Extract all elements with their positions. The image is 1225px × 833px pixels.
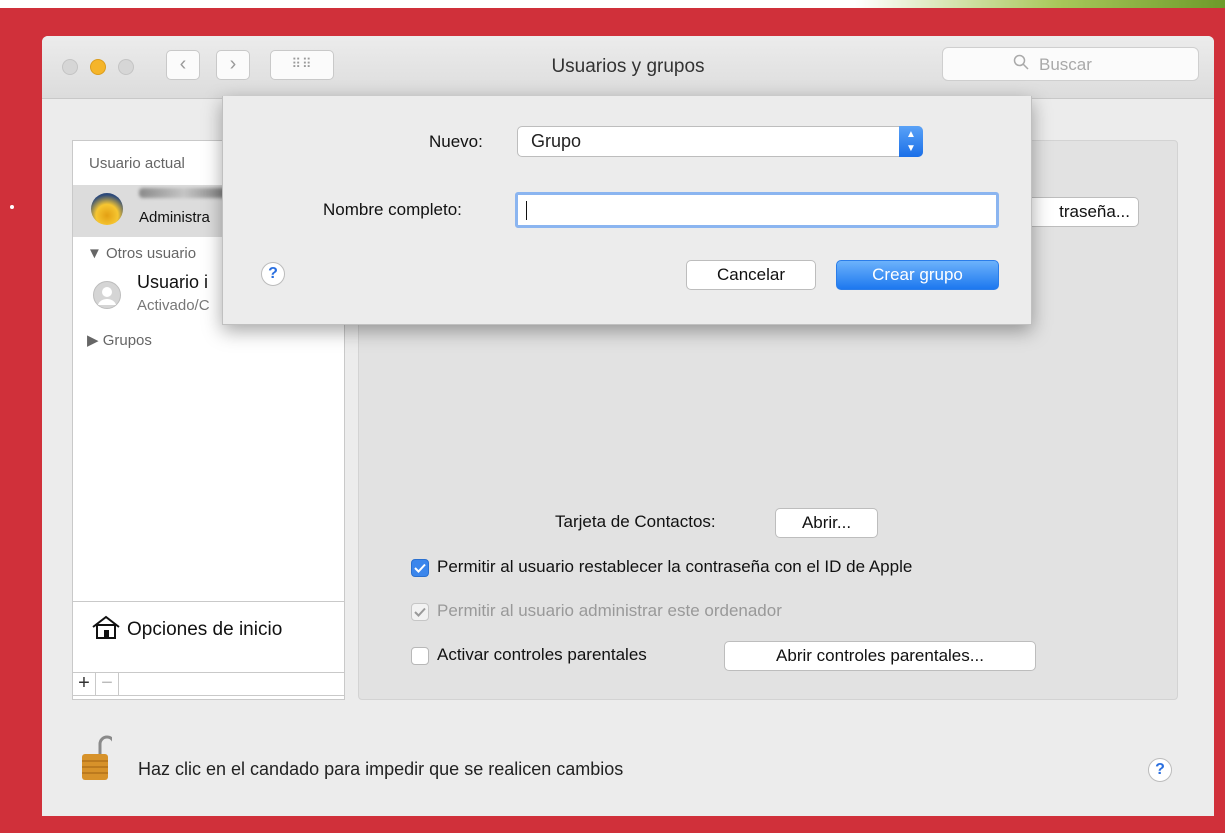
text-caret — [526, 201, 527, 220]
groups-header[interactable]: ▶ Grupos — [87, 331, 152, 349]
help-button[interactable]: ? — [1148, 758, 1172, 782]
blurred-username — [139, 188, 229, 198]
allow-reset-label: Permitir al usuario restablecer la contr… — [437, 557, 913, 576]
search-input[interactable]: Buscar — [942, 47, 1199, 81]
guest-user-status: Activado/C — [137, 297, 210, 314]
new-account-sheet: Nuevo: Grupo ▲ ▼ Nombre completo: ? Cance… — [222, 96, 1032, 325]
allow-reset-checkbox[interactable] — [411, 559, 429, 577]
cancel-button[interactable]: Cancelar — [686, 260, 816, 290]
allow-admin-checkbox[interactable] — [411, 603, 429, 621]
groups-header-label: Grupos — [102, 332, 152, 349]
contacts-card-label: Tarjeta de Contactos: — [555, 512, 716, 531]
login-options-label: Opciones de inicio — [127, 619, 283, 640]
search-icon — [1013, 54, 1029, 75]
current-user-header: Usuario actual — [89, 155, 185, 172]
add-button[interactable]: + — [72, 672, 96, 696]
sheet-help-button[interactable]: ? — [261, 262, 285, 286]
fullname-label: Nombre completo: — [323, 200, 462, 219]
others-header-label: Otros usuario — [106, 245, 197, 262]
remove-button[interactable]: − — [95, 672, 119, 696]
allow-admin-label: Permitir al usuario administrar este ord… — [437, 601, 782, 620]
checkmark-icon — [414, 563, 426, 573]
house-icon — [91, 615, 121, 645]
parental-controls-checkbox[interactable] — [411, 647, 429, 665]
title-bar: ‹ › ⠿⠿ Usuarios y grupos Buscar — [42, 36, 1214, 99]
preferences-window: ‹ › ⠿⠿ Usuarios y grupos Buscar Usuario … — [42, 36, 1214, 816]
sidebar-toolbar — [118, 672, 345, 696]
open-contacts-button[interactable]: Abrir... — [775, 508, 878, 538]
create-group-button[interactable]: Crear grupo — [836, 260, 999, 290]
lock-status-text: Haz clic en el candado para impedir que … — [138, 759, 624, 779]
fullname-input[interactable] — [515, 192, 999, 228]
parental-controls-label: Activar controles parentales — [437, 645, 647, 664]
change-password-button[interactable]: traseña... — [1019, 197, 1139, 227]
avatar — [91, 193, 123, 225]
guest-avatar — [93, 281, 121, 309]
disclosure-right-icon: ▶ — [87, 332, 103, 349]
login-options[interactable]: Opciones de inicio — [91, 615, 282, 645]
lock-icon[interactable] — [80, 734, 116, 787]
bullet-dot — [10, 205, 14, 209]
checkmark-icon — [414, 607, 426, 617]
others-header[interactable]: ▼ Otros usuario — [87, 245, 196, 262]
guest-user-name[interactable]: Usuario i — [137, 272, 208, 293]
chevron-updown-icon: ▲ ▼ — [899, 126, 923, 157]
current-user-role: Administra — [139, 209, 210, 226]
account-type-value: Grupo — [531, 131, 582, 151]
disclosure-down-icon: ▼ — [87, 245, 107, 262]
account-type-select[interactable]: Grupo ▲ ▼ — [517, 126, 923, 157]
open-parental-controls-button[interactable]: Abrir controles parentales... — [724, 641, 1036, 671]
new-label: Nuevo: — [429, 132, 483, 151]
search-placeholder: Buscar — [1039, 55, 1092, 74]
sidebar-divider — [73, 601, 344, 602]
